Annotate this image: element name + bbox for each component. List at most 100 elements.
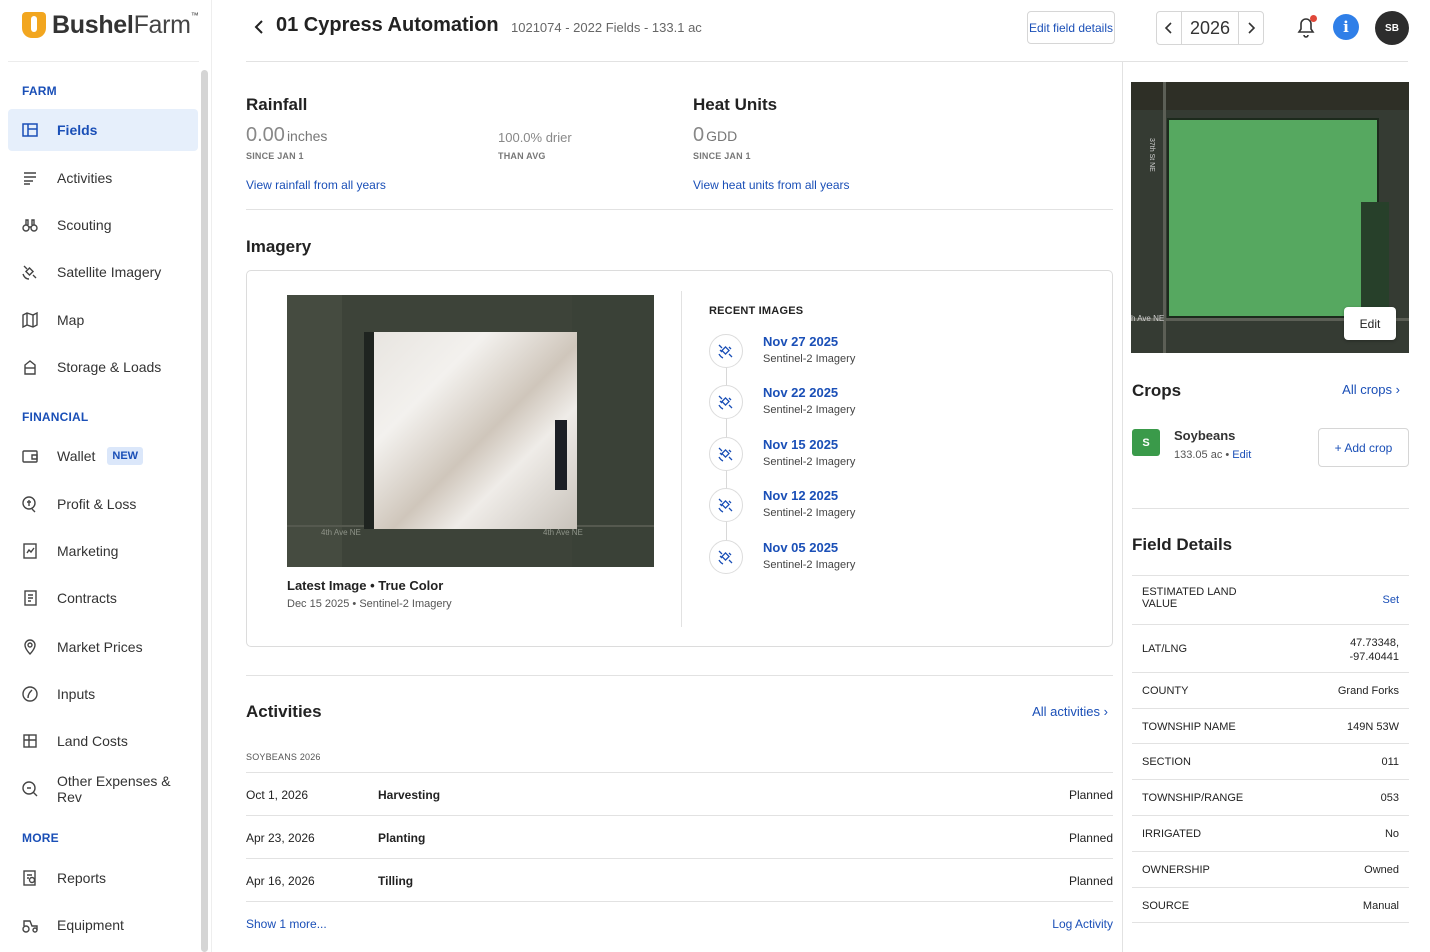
recent-image-item[interactable]: Nov 22 2025 Sentinel-2 Imagery bbox=[709, 381, 1009, 421]
year-value: 2026 bbox=[1189, 18, 1231, 38]
imagery-title: Imagery bbox=[246, 237, 312, 256]
rainfall-compare-value: 100.0% drier bbox=[498, 130, 572, 145]
activities-title: Activities bbox=[246, 702, 322, 721]
sidebar-scrollbar[interactable] bbox=[201, 70, 208, 952]
activity-date: Apr 23, 2026 bbox=[246, 831, 315, 845]
section-divider bbox=[246, 675, 1113, 676]
sidebar-item-inputs[interactable]: Inputs bbox=[8, 673, 198, 715]
sidebar-item-profit-loss[interactable]: Profit & Loss bbox=[8, 483, 198, 525]
field-boundary-polygon bbox=[1167, 118, 1379, 318]
sidebar-item-other-expenses[interactable]: Other Expenses & Rev bbox=[8, 768, 198, 810]
sidebar-item-label: Contracts bbox=[57, 590, 117, 606]
recent-image-item[interactable]: Nov 05 2025 Sentinel-2 Imagery bbox=[709, 536, 1009, 576]
field-detail-value: 053 bbox=[1380, 792, 1399, 804]
section-divider bbox=[1132, 508, 1409, 509]
notifications-bell-icon[interactable] bbox=[1295, 15, 1317, 39]
show-more-link[interactable]: Show 1 more... bbox=[246, 917, 327, 931]
sidebar-item-satellite-imagery[interactable]: Satellite Imagery bbox=[8, 251, 198, 293]
add-crop-button[interactable]: + Add crop bbox=[1318, 428, 1409, 467]
sidebar-item-wallet[interactable]: Wallet NEW bbox=[8, 435, 198, 477]
sidebar-item-market-prices[interactable]: Market Prices bbox=[8, 626, 198, 668]
sidebar-item-label: Profit & Loss bbox=[57, 496, 137, 512]
section-label-farm: FARM bbox=[22, 84, 57, 98]
rainfall-compare-caption: THAN AVG bbox=[498, 151, 546, 161]
activity-name: Tilling bbox=[378, 874, 414, 888]
activity-name: Planting bbox=[378, 831, 426, 845]
sidebar-item-label: Map bbox=[57, 312, 85, 328]
sidebar-item-reports[interactable]: Reports bbox=[8, 857, 198, 899]
road-label: 4th Ave NE bbox=[543, 528, 583, 537]
main-content: Rainfall 0.00 inches SINCE JAN 1 100.0% d… bbox=[246, 62, 1113, 952]
all-crops-link[interactable]: All crops › bbox=[1342, 382, 1400, 397]
info-button[interactable]: i bbox=[1333, 14, 1359, 40]
set-land-value-link[interactable]: Set bbox=[1382, 594, 1399, 606]
back-chevron-icon[interactable] bbox=[248, 16, 270, 38]
recent-image-item[interactable]: Nov 12 2025 Sentinel-2 Imagery bbox=[709, 484, 1009, 524]
field-detail-key: SECTION bbox=[1142, 756, 1191, 768]
view-heat-units-link[interactable]: View heat units from all years bbox=[693, 178, 850, 192]
chevron-right-icon: › bbox=[1395, 382, 1400, 397]
other-expenses-icon bbox=[21, 780, 39, 798]
table-row[interactable]: Oct 1, 2026 Harvesting Planned bbox=[246, 772, 1113, 815]
next-year-button[interactable] bbox=[1238, 12, 1263, 44]
field-detail-value: 149N 53W bbox=[1347, 721, 1399, 733]
sidebar-item-storage-loads[interactable]: Storage & Loads bbox=[8, 346, 198, 388]
field-side-panel: 37th St NE h Ave NE Edit Crops All crops… bbox=[1122, 62, 1409, 952]
app-root: BushelFarm™ FARM Fields Activities Scout… bbox=[0, 0, 1430, 952]
sidebar-item-scouting[interactable]: Scouting bbox=[8, 204, 198, 246]
rainfall-title: Rainfall bbox=[246, 95, 308, 114]
crop-meta: 133.05 ac • Edit bbox=[1174, 449, 1252, 461]
sidebar-item-fields[interactable]: Fields bbox=[8, 109, 198, 151]
satellite-icon bbox=[709, 437, 743, 471]
edit-crop-link[interactable]: Edit bbox=[1232, 449, 1251, 461]
field-detail-value: Grand Forks bbox=[1337, 685, 1399, 697]
field-detail-row: LAT/LNG 47.73348, -97.40441 bbox=[1132, 624, 1409, 672]
sidebar-item-equipment[interactable]: Equipment bbox=[8, 904, 198, 946]
field-detail-key: TOWNSHIP NAME bbox=[1142, 721, 1236, 733]
edit-boundary-button[interactable]: Edit bbox=[1344, 307, 1396, 340]
sidebar-item-activities[interactable]: Activities bbox=[8, 157, 198, 199]
latest-image-subtitle: Dec 15 2025 • Sentinel-2 Imagery bbox=[287, 598, 452, 610]
binoculars-icon bbox=[21, 216, 39, 234]
sidebar-item-land-costs[interactable]: Land Costs bbox=[8, 720, 198, 762]
sidebar-item-marketing[interactable]: Marketing bbox=[8, 530, 198, 572]
bushel-logo-icon bbox=[22, 12, 46, 38]
section-divider bbox=[246, 209, 1113, 210]
sidebar-item-map[interactable]: Map bbox=[8, 299, 198, 341]
page-title: 01 Cypress Automation bbox=[276, 14, 499, 36]
sidebar-item-contracts[interactable]: Contracts bbox=[8, 577, 198, 619]
fields-icon bbox=[21, 121, 39, 139]
chevron-right-icon: › bbox=[1103, 704, 1108, 719]
recent-image-source: Sentinel-2 Imagery bbox=[763, 353, 856, 365]
sidebar-item-label: Marketing bbox=[57, 543, 119, 559]
satellite-icon bbox=[709, 385, 743, 419]
field-detail-row: COUNTY Grand Forks bbox=[1132, 672, 1409, 708]
brand-logo[interactable]: BushelFarm™ bbox=[22, 10, 199, 40]
imagery-card: 4th Ave NE 4th Ave NE Latest Image • Tru… bbox=[246, 270, 1113, 647]
edit-field-details-button[interactable]: Edit field details bbox=[1027, 11, 1115, 44]
field-detail-value: 011 bbox=[1381, 756, 1399, 768]
sidebar-item-label: Scouting bbox=[57, 217, 112, 233]
field-detail-key: ESTIMATED LAND VALUE bbox=[1142, 586, 1237, 610]
road-label: 4th Ave NE bbox=[321, 528, 361, 537]
all-activities-link[interactable]: All activities › bbox=[1032, 704, 1108, 719]
user-avatar[interactable]: SB bbox=[1375, 11, 1409, 45]
recent-image-source: Sentinel-2 Imagery bbox=[763, 507, 856, 519]
view-rainfall-link[interactable]: View rainfall from all years bbox=[246, 178, 386, 192]
activity-status: Planned bbox=[1068, 788, 1113, 802]
latest-satellite-image[interactable]: 4th Ave NE 4th Ave NE bbox=[287, 295, 654, 567]
field-detail-row: SOURCE Manual bbox=[1132, 887, 1409, 923]
field-detail-row: SECTION 011 bbox=[1132, 743, 1409, 779]
recent-image-item[interactable]: Nov 27 2025 Sentinel-2 Imagery bbox=[709, 330, 1009, 370]
new-badge: NEW bbox=[107, 447, 144, 465]
log-activity-link[interactable]: Log Activity bbox=[1052, 917, 1113, 931]
field-detail-key: TOWNSHIP/RANGE bbox=[1142, 792, 1244, 804]
recent-image-date: Nov 22 2025 bbox=[763, 385, 839, 400]
recent-image-date: Nov 15 2025 bbox=[763, 437, 839, 452]
table-row[interactable]: Apr 23, 2026 Planting Planned bbox=[246, 815, 1113, 858]
table-row[interactable]: Apr 16, 2026 Tilling Planned bbox=[246, 858, 1113, 901]
previous-year-button[interactable] bbox=[1157, 12, 1182, 44]
field-detail-value: 47.73348, -97.40441 bbox=[1349, 637, 1399, 663]
recent-image-item[interactable]: Nov 15 2025 Sentinel-2 Imagery bbox=[709, 433, 1009, 473]
field-map-thumbnail[interactable]: 37th St NE h Ave NE Edit bbox=[1131, 82, 1409, 353]
